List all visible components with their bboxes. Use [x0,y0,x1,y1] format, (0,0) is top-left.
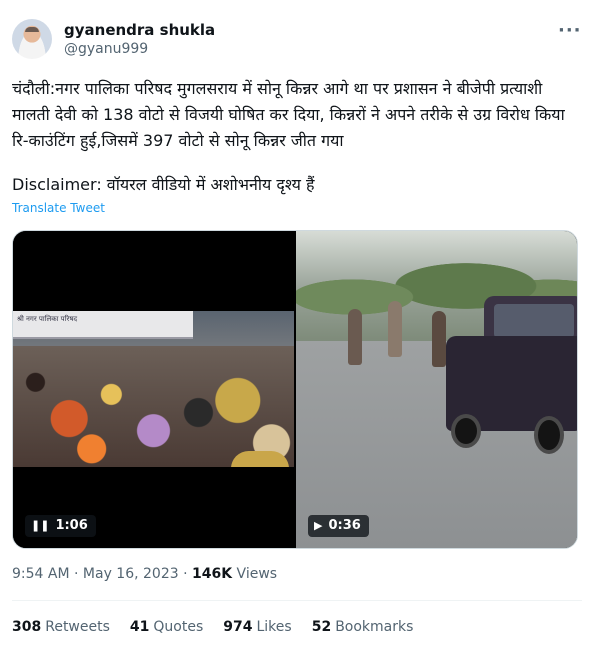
tweet-text: चंदौली:नगर पालिका परिषद मुगलसराय में सोन… [12,79,565,150]
video-2[interactable]: ▶ 0:36 [296,231,577,548]
tweet-card: gyanendra shukla @gyanu999 ··· चंदौली:नग… [0,0,596,649]
person-figure [388,301,402,357]
media-grid: श्री नगर पालिका परिषद ❚❚ 1:06 ▶ 0:36 [12,230,578,549]
engagement-stats: 308 Retweets 41 Quotes 974 Likes 52 Bookmark… [12,619,433,635]
avatar[interactable] [12,19,52,59]
video-1[interactable]: श्री नगर पालिका परिषद ❚❚ 1:06 [13,231,294,548]
video-1-duration: 1:06 [55,518,88,533]
translate-tweet-link[interactable]: Translate Tweet [12,201,105,215]
play-icon: ▶ [314,519,323,532]
pause-icon: ❚❚ [31,519,50,532]
tweet-time[interactable]: 9:54 AM [12,566,70,582]
meta-separator: · [74,566,79,582]
person-figure [348,309,362,365]
stat-quotes[interactable]: 41 Quotes [130,619,203,635]
meta-separator: · [183,566,188,582]
car-window [494,304,574,338]
more-options-icon[interactable]: ··· [558,20,582,41]
suv-image [446,296,577,461]
police-cap [231,451,289,467]
car-wheel [534,416,564,454]
tweet-meta: 9:54 AM · May 16, 2023 · 146K Views [12,566,277,582]
views-label: Views [236,566,278,582]
video-1-duration-badge[interactable]: ❚❚ 1:06 [25,515,96,537]
tweet-disclaimer: Disclaimer: वॉयरल वीडियो में अशोभनीय दृश… [12,175,315,194]
stat-retweets[interactable]: 308 Retweets [12,619,110,635]
author-name[interactable]: gyanendra shukla [64,21,215,39]
video-1-thumbnail: श्री नगर पालिका परिषद [13,311,294,467]
tweet-date[interactable]: May 16, 2023 [83,566,179,582]
divider [12,600,582,601]
video-2-duration: 0:36 [328,518,361,533]
banner-sign: श्री नगर पालिका परिषद [13,311,193,339]
person-figure [432,311,446,367]
stat-bookmarks[interactable]: 52 Bookmarks [312,619,414,635]
crowd-image [13,346,294,467]
car-wheel [451,414,481,448]
author-handle[interactable]: @gyanu999 [64,41,148,57]
stat-likes[interactable]: 974 Likes [223,619,291,635]
video-2-duration-badge[interactable]: ▶ 0:36 [308,515,369,537]
views-count: 146K [192,566,233,582]
